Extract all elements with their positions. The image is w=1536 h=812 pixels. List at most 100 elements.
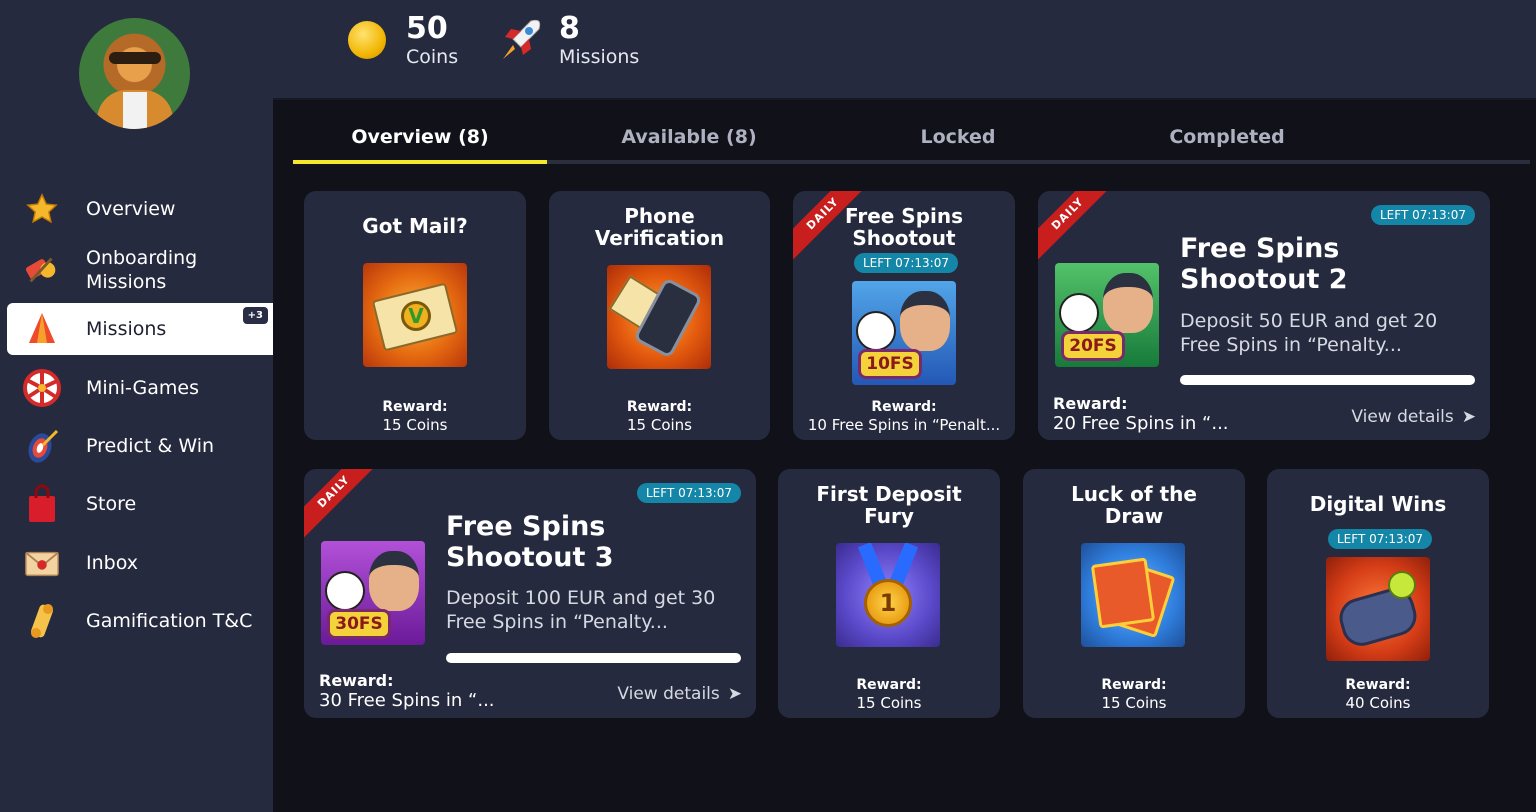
card-title: Free Spins Shootout 2 [1180,233,1348,295]
gamepad-mission-image [1326,557,1430,661]
coin-icon [348,21,386,59]
reward-value: 15 Coins [627,416,692,434]
card-title: Free Spins Shootout 3 [446,511,614,573]
mission-card-luck-of-the-draw[interactable]: Luck of the Draw Reward: 15 Coins [1023,469,1245,718]
view-details-link[interactable]: View details ➤ [1351,407,1476,427]
top-bar: 50 Coins 8 Missions [273,0,1536,100]
card-title: Free Spins Shootout [844,204,964,250]
user-avatar[interactable] [79,18,190,129]
time-left-badge: LEFT 07:13:07 [637,483,741,503]
sidebar-item-label: Onboarding Missions [86,247,198,293]
sidebar-item-label: Mini-Games [86,377,200,399]
mission-card-free-spins-shootout-3[interactable]: DAILY LEFT 07:13:07 30FS Free Spins Shoo… [304,469,756,718]
sidebar-item-store[interactable]: Store [7,481,273,527]
sidebar-item-label: Overview [86,198,176,220]
progress-bar [1180,375,1475,385]
missions-value: 8 [559,11,580,46]
time-left-badge: LEFT 07:13:07 [1371,205,1475,225]
card-description: Deposit 50 EUR and get 20 Free Spins in … [1180,310,1438,356]
target-icon [23,427,61,465]
sidebar-item-overview[interactable]: Overview [7,186,273,232]
arrow-right-icon: ➤ [727,684,742,704]
reward-value: 10 Free Spins in “Penalt... [807,416,1001,434]
mission-card-first-deposit-fury[interactable]: First Deposit Fury 1 Reward: 15 Coins [778,469,1000,718]
coins-stat: 50 Coins [348,12,458,68]
tab-overview[interactable]: Overview (8) [293,126,547,148]
free-spins-label: 10FS [858,349,922,379]
reward-label: Reward: [856,677,922,693]
reward-label: Reward: [1101,677,1167,693]
mission-card-digital-wins[interactable]: Digital Wins LEFT 07:13:07 Reward: 40 Co… [1267,469,1489,718]
card-title: Digital Wins [1309,492,1447,516]
rocket-icon [503,19,541,59]
coins-value: 50 [406,11,448,46]
active-tab-indicator [293,160,547,164]
mission-card-phone-verification[interactable]: Phone Verification Reward: 15 Coins [549,191,770,440]
reward-label: Reward: [871,399,937,415]
reward-label: Reward: [319,671,394,690]
time-left-badge: LEFT 07:13:07 [1328,529,1432,549]
free-spins-image: 20FS [1055,263,1159,367]
mission-card-free-spins-shootout[interactable]: DAILY Free Spins Shootout LEFT 07:13:07 … [793,191,1015,440]
free-spins-image: 30FS [321,541,425,645]
wheel-icon [23,369,61,407]
reward-value: 40 Coins [1345,694,1411,712]
envelope-icon [23,544,61,582]
sidebar-item-gamification-tc[interactable]: Gamification T&C [7,598,273,644]
card-title: Phone Verification [594,204,725,250]
missions-label: Missions [559,46,640,68]
missions-badge: +3 [242,307,268,324]
card-title: Got Mail? [362,214,468,238]
coins-label: Coins [406,46,459,68]
medal-mission-image: 1 [836,543,940,647]
card-title: First Deposit Fury [816,482,962,528]
reward-label: Reward: [1345,677,1411,693]
mission-card-free-spins-shootout-2[interactable]: DAILY LEFT 07:13:07 20FS Free Spins Shoo… [1038,191,1490,440]
tab-available[interactable]: Available (8) [562,126,816,148]
reward-label: Reward: [626,399,693,415]
sidebar-item-label: Store [86,493,137,515]
reward-label: Reward: [1053,394,1128,413]
reward-value: 30 Free Spins in “... [319,690,495,711]
daily-ribbon: DAILY [304,469,385,543]
check-icon: V [401,301,431,331]
view-details-label: View details [617,684,720,704]
sidebar-item-label: Missions [86,318,167,340]
free-spins-label: 30FS [327,609,391,639]
reward-value: 15 Coins [1101,694,1167,712]
missions-icon [23,310,61,348]
tickets-mission-image [1081,543,1185,647]
view-details-link[interactable]: View details ➤ [617,684,742,704]
sidebar-item-missions[interactable]: Missions +3 [7,303,273,355]
reward-value: 15 Coins [856,694,922,712]
sidebar-item-label: Predict & Win [86,435,215,457]
progress-bar [446,653,741,663]
star-icon [23,190,61,228]
sidebar-item-mini-games[interactable]: Mini-Games [7,365,273,411]
phone-mission-image [607,265,711,369]
medal-icon: 1 [864,579,912,627]
reward-value: 20 Free Spins in “... [1053,413,1229,434]
mail-mission-image: V [363,263,467,367]
onboarding-icon [23,251,61,289]
daily-ribbon: DAILY [1038,191,1119,265]
sidebar: Overview Onboarding Missions Missions +3… [0,0,273,812]
sidebar-item-label: Gamification T&C [86,610,253,632]
arrow-right-icon: ➤ [1461,407,1476,427]
reward-value: 15 Coins [382,416,448,434]
reward-label: Reward: [382,399,448,415]
free-spins-label: 20FS [1061,331,1125,361]
free-spins-image: 10FS [852,281,956,385]
sidebar-item-onboarding-missions[interactable]: Onboarding Missions [7,244,273,296]
sidebar-item-label: Inbox [86,552,138,574]
mission-card-got-mail[interactable]: Got Mail? V Reward: 15 Coins [304,191,526,440]
mission-tabs: Overview (8) Available (8) Locked Comple… [293,118,1530,164]
time-left-badge: LEFT 07:13:07 [854,253,958,273]
missions-stat: 8 Missions [495,12,639,68]
tab-locked[interactable]: Locked [831,126,1085,148]
sidebar-item-inbox[interactable]: Inbox [7,540,273,586]
tab-completed[interactable]: Completed [1100,126,1354,148]
shopping-bag-icon [23,484,61,523]
sidebar-item-predict-win[interactable]: Predict & Win [7,423,273,469]
scroll-icon [23,602,61,640]
